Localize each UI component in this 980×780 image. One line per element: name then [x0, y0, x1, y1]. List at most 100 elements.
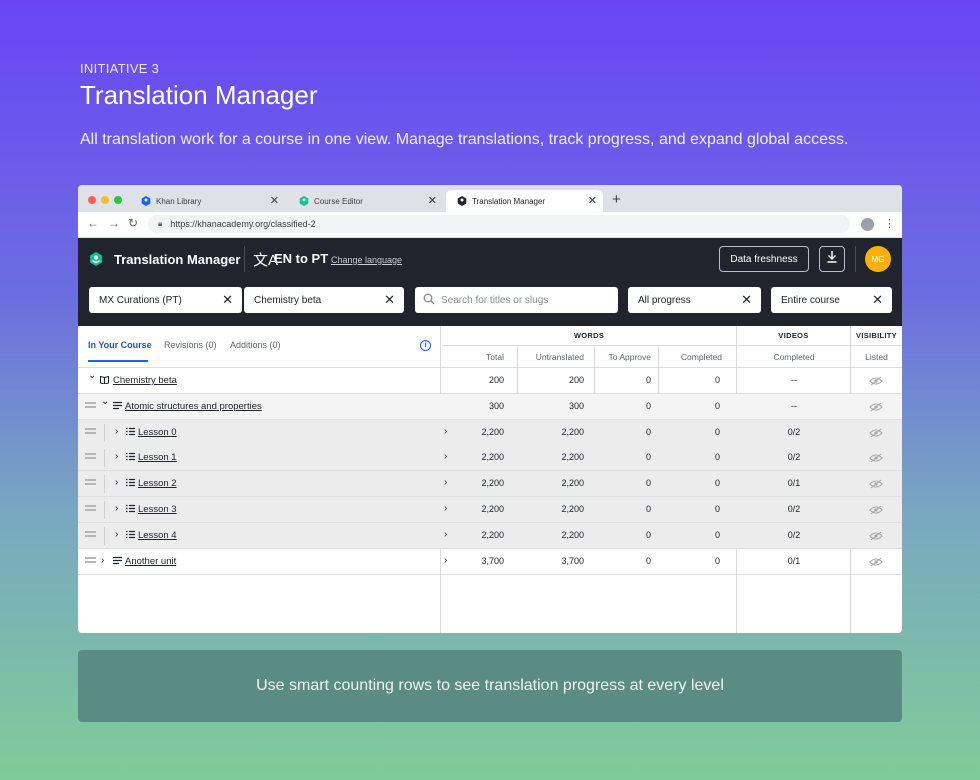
- drag-handle-icon[interactable]: [85, 479, 96, 487]
- info-icon[interactable]: i: [420, 340, 431, 351]
- khan-hex-icon: [456, 196, 467, 207]
- new-tab-button[interactable]: +: [612, 191, 621, 208]
- row-title-link[interactable]: Chemistry beta: [113, 375, 177, 386]
- minimize-window-dot[interactable]: [101, 196, 109, 204]
- drag-handle-icon[interactable]: [85, 427, 96, 436]
- total-cell: 2,200: [481, 529, 504, 540]
- drag-handle-icon[interactable]: [85, 453, 96, 461]
- drag-handle-icon[interactable]: [85, 556, 96, 565]
- hidden-eye-icon[interactable]: [869, 531, 883, 541]
- tree-indent-line: [104, 423, 105, 442]
- expand-row-icon[interactable]: ›: [444, 529, 447, 540]
- table-row[interactable]: ⌄ Atomic structures and properties 300 300 0…: [78, 393, 902, 420]
- row-title-link[interactable]: Lesson 0: [138, 427, 177, 438]
- table-row[interactable]: ⌄ Chemistry beta 200 200 0 0 --: [78, 368, 902, 394]
- expand-row-icon[interactable]: ›: [444, 426, 447, 437]
- browser-tab-bar: Khan Library ✕ Course Editor ✕ Translati…: [78, 185, 902, 212]
- completed-cell: 0: [714, 400, 720, 411]
- download-button[interactable]: [819, 246, 845, 272]
- to-approve-cell: 0: [645, 426, 651, 437]
- chevron-right-icon[interactable]: ›: [115, 451, 118, 462]
- table-row[interactable]: › Lesson 2 › 2,200 2,200 0 0 0/1: [78, 471, 902, 498]
- untranslated-column-header[interactable]: Untranslated: [518, 346, 584, 367]
- close-tab-icon[interactable]: ✕: [588, 194, 597, 207]
- listed-column-header[interactable]: Listed: [851, 346, 902, 367]
- avatar[interactable]: MG: [865, 246, 891, 272]
- back-arrow-icon[interactable]: ←: [87, 216, 99, 230]
- clear-filter-icon[interactable]: ✕: [741, 292, 752, 308]
- close-window-dot[interactable]: [88, 196, 96, 204]
- videos-completed-column-header[interactable]: Completed: [738, 346, 850, 367]
- address-bar[interactable]: 🔒︎ https://khanacademy.org/classified-2: [148, 215, 850, 233]
- chevron-right-icon[interactable]: ›: [115, 477, 118, 488]
- table-row[interactable]: › Lesson 1 › 2,200 2,200 0 0 0/2: [78, 445, 902, 472]
- to-approve-cell: 0: [645, 375, 651, 385]
- drag-handle-icon[interactable]: [85, 505, 96, 513]
- table-row[interactable]: › Lesson 0 › 2,200 2,200 0 0 0/2: [78, 419, 902, 446]
- profile-icon[interactable]: [861, 218, 874, 231]
- table-row[interactable]: › Another unit › 3,700 3,700 0 0 0/1: [78, 549, 902, 575]
- tab-revisions[interactable]: Revisions (0): [164, 340, 217, 350]
- total-cell: 2,200: [481, 426, 504, 437]
- search-input[interactable]: Search for titles or slugs: [415, 287, 618, 313]
- hidden-eye-icon[interactable]: [869, 453, 883, 463]
- drag-handle-icon[interactable]: [85, 530, 96, 539]
- clear-filter-icon[interactable]: ✕: [222, 292, 233, 308]
- row-title-link[interactable]: Atomic structures and properties: [125, 401, 262, 412]
- clear-filter-icon[interactable]: ✕: [384, 292, 395, 308]
- row-title-link[interactable]: Another unit: [125, 556, 176, 567]
- reload-icon[interactable]: ↻: [128, 216, 138, 230]
- chevron-right-icon[interactable]: ›: [115, 529, 118, 540]
- drag-handle-icon[interactable]: [85, 401, 96, 410]
- close-tab-icon[interactable]: ✕: [428, 194, 437, 207]
- hidden-eye-icon[interactable]: [869, 557, 883, 567]
- completed-cell: 0: [714, 529, 720, 540]
- curation-filter[interactable]: MX Curations (PT) ✕: [89, 287, 242, 313]
- tab-additions[interactable]: Additions (0): [230, 340, 281, 350]
- tab-in-your-course[interactable]: In Your Course: [88, 340, 152, 350]
- hidden-eye-icon[interactable]: [869, 402, 883, 412]
- expand-row-icon[interactable]: ›: [444, 451, 447, 462]
- forward-arrow-icon[interactable]: →: [108, 216, 120, 230]
- scope-filter[interactable]: Entire course ✕: [771, 287, 892, 313]
- clear-filter-icon[interactable]: ✕: [872, 292, 883, 308]
- words-column-group: WORDS: [442, 326, 736, 346]
- hidden-eye-icon[interactable]: [869, 376, 883, 386]
- browser-tab-khan-library[interactable]: Khan Library ✕: [130, 190, 285, 212]
- to-approve-column-header[interactable]: To Approve: [596, 346, 651, 367]
- chevron-right-icon[interactable]: ›: [115, 426, 118, 437]
- course-filter[interactable]: Chemistry beta ✕: [244, 287, 404, 313]
- khan-hex-icon: [140, 196, 151, 207]
- chevron-down-icon[interactable]: ⌄: [88, 370, 96, 381]
- search-icon: [423, 293, 435, 308]
- hidden-eye-icon[interactable]: [869, 428, 883, 438]
- chevron-right-icon[interactable]: ›: [101, 555, 104, 566]
- change-language-link[interactable]: Change language: [331, 255, 402, 265]
- table-row[interactable]: › Lesson 3 › 2,200 2,200 0 0 0/2: [78, 497, 902, 523]
- close-tab-icon[interactable]: ✕: [270, 194, 279, 207]
- completed-column-header[interactable]: Completed: [660, 346, 722, 367]
- browser-tab-translation-manager[interactable]: Translation Manager ✕: [446, 190, 603, 212]
- hidden-eye-icon[interactable]: [869, 505, 883, 515]
- total-column-header[interactable]: Total: [442, 346, 504, 367]
- chevron-down-icon[interactable]: ⌄: [101, 396, 109, 407]
- table-row[interactable]: › Lesson 4 › 2,200 2,200 0 0 0/2: [78, 522, 902, 549]
- expand-row-icon[interactable]: ›: [444, 503, 447, 514]
- kebab-menu-icon[interactable]: ⋮: [884, 217, 895, 230]
- progress-filter[interactable]: All progress ✕: [628, 287, 761, 313]
- page-title: Translation Manager: [80, 80, 318, 110]
- chevron-right-icon[interactable]: ›: [115, 503, 118, 514]
- hidden-eye-icon[interactable]: [869, 479, 883, 489]
- translation-table: In Your Course Revisions (0) Additions (…: [78, 326, 902, 633]
- expand-row-icon[interactable]: ›: [444, 477, 447, 488]
- maximize-window-dot[interactable]: [114, 196, 122, 204]
- khan-hex-icon: [298, 196, 309, 207]
- row-title-link[interactable]: Lesson 1: [138, 452, 177, 463]
- row-title-link[interactable]: Lesson 2: [138, 478, 177, 489]
- data-freshness-button[interactable]: Data freshness: [719, 246, 809, 272]
- row-title-link[interactable]: Lesson 3: [138, 504, 177, 515]
- eyebrow: INITIATIVE 3: [80, 61, 160, 76]
- row-title-link[interactable]: Lesson 4: [138, 530, 177, 541]
- expand-row-icon[interactable]: ›: [444, 555, 447, 566]
- browser-tab-course-editor[interactable]: Course Editor ✕: [288, 190, 443, 212]
